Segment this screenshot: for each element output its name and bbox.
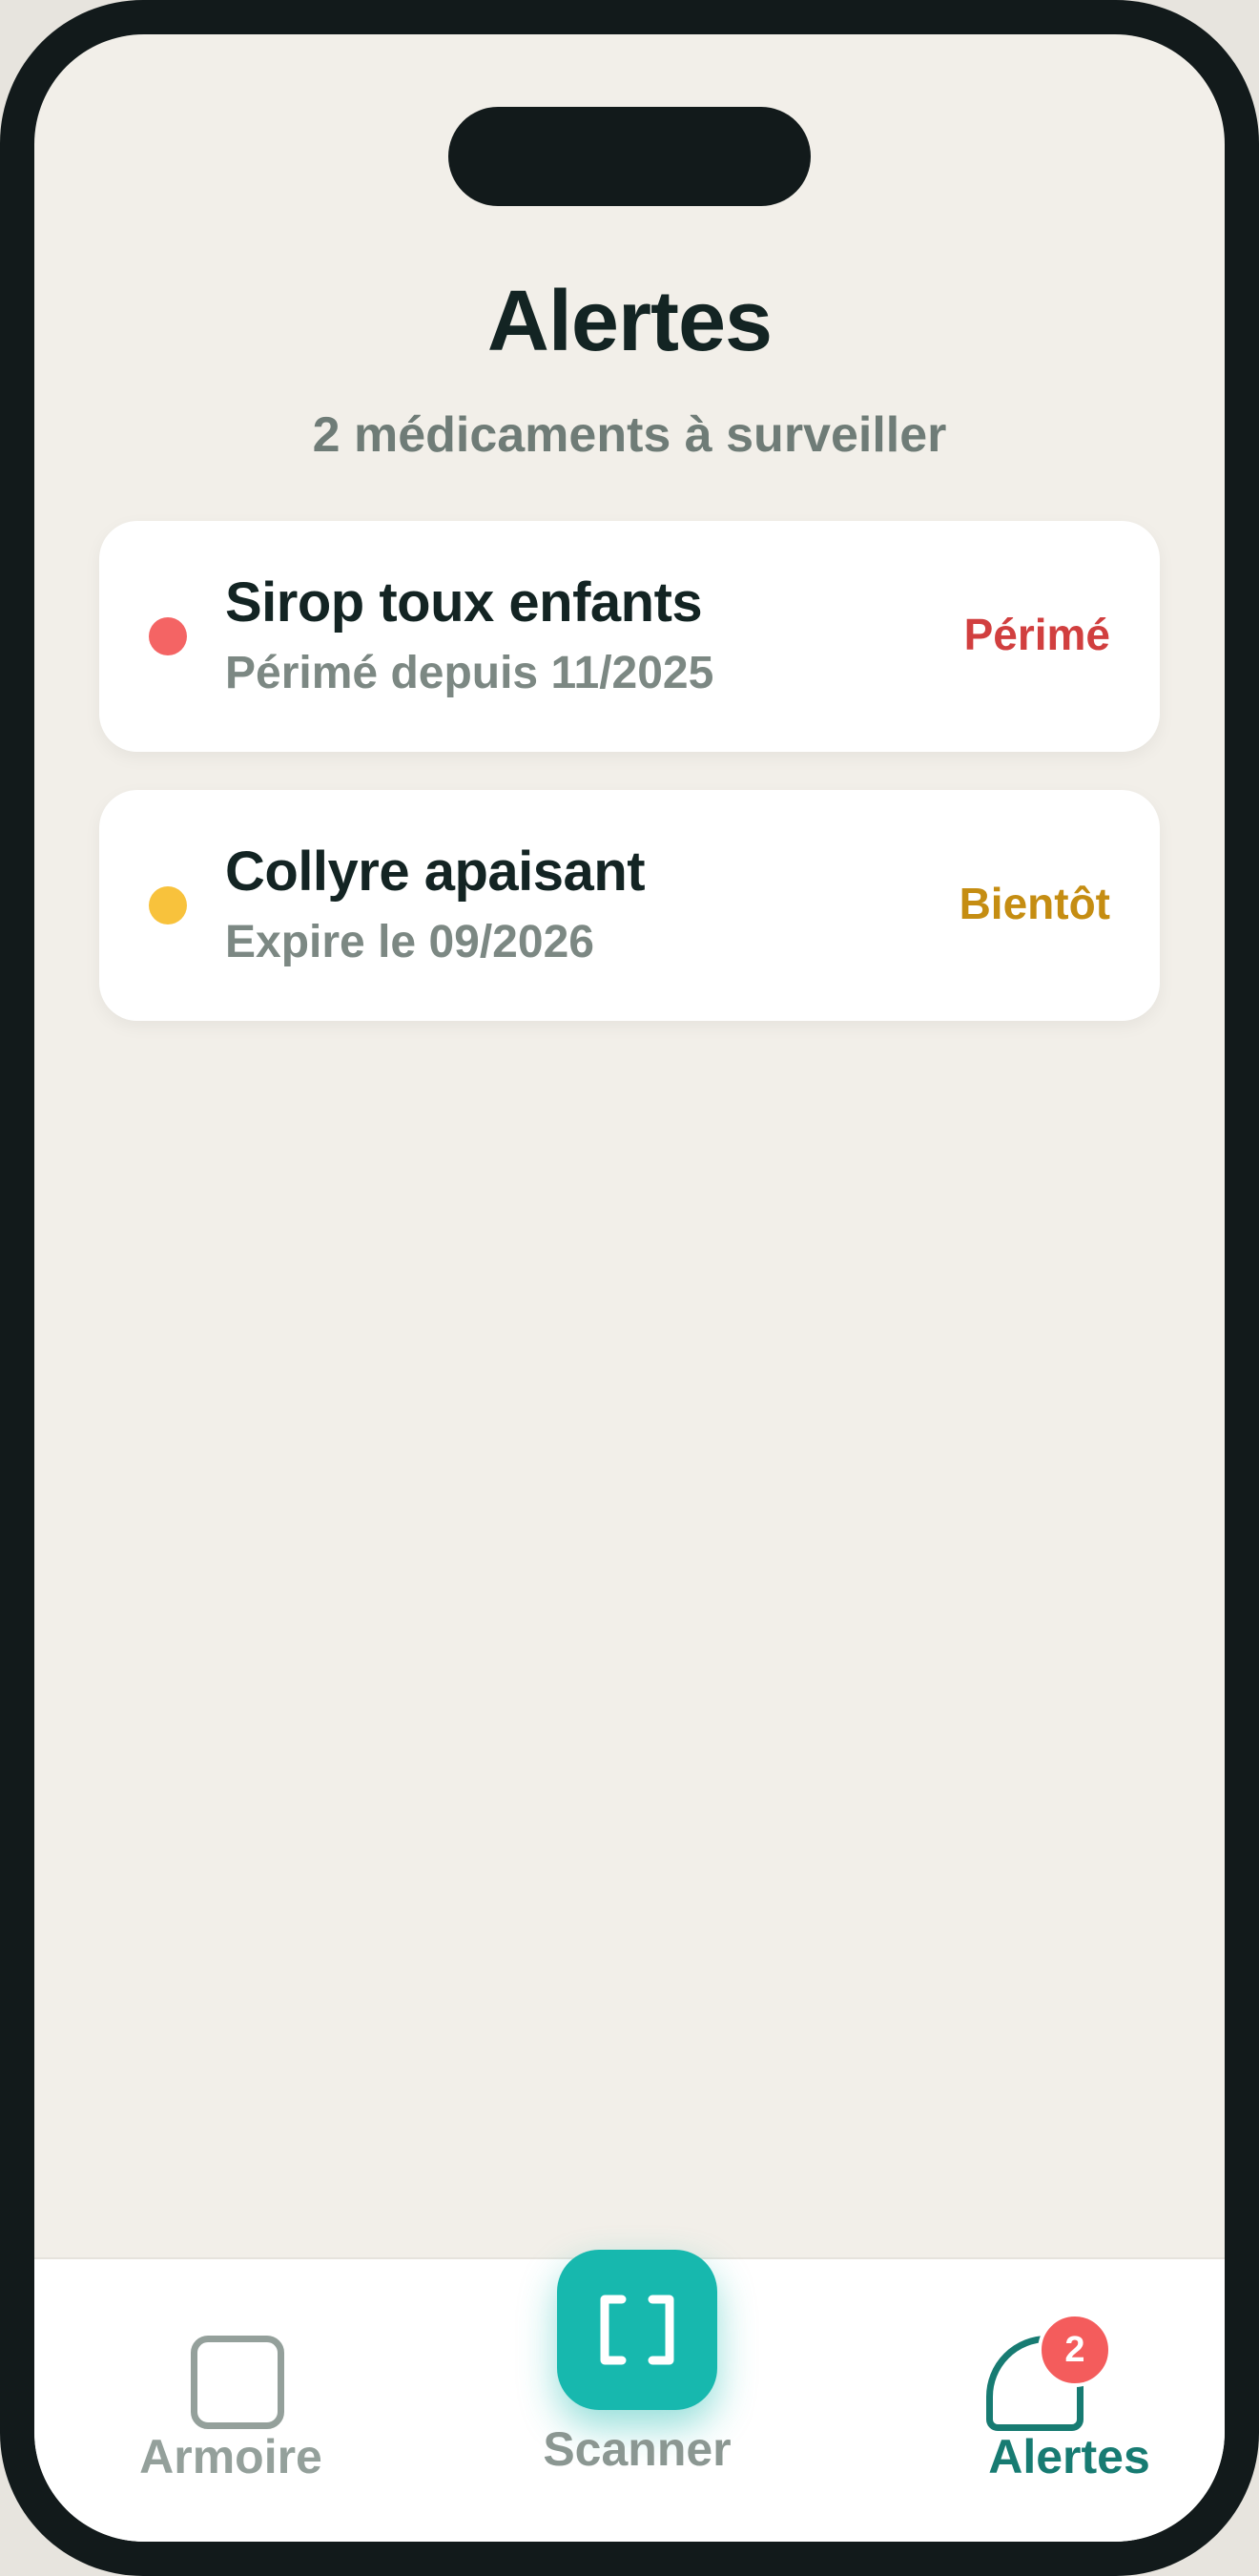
status-dot-icon	[149, 617, 187, 655]
scan-icon	[600, 2295, 674, 2365]
medication-name: Sirop toux enfants	[225, 571, 703, 634]
tab-scanner[interactable]: Scanner	[511, 2421, 763, 2477]
alert-card[interactable]: Collyre apaisant Expire le 09/2026 Bient…	[99, 790, 1160, 1021]
tab-alertes[interactable]: Alertes	[931, 2429, 1207, 2484]
dynamic-island	[448, 107, 811, 206]
page-subtitle: 2 médicaments à surveiller	[312, 407, 947, 463]
scanner-button[interactable]	[557, 2250, 717, 2410]
phone-frame: Alertes 2 médicaments à surveiller Sirop…	[0, 0, 1259, 2576]
status-badge: Bientôt	[959, 879, 1110, 928]
page-title: Alertes	[486, 274, 773, 369]
cabinet-icon[interactable]	[191, 2336, 284, 2429]
tab-armoire[interactable]: Armoire	[92, 2429, 370, 2484]
alert-card[interactable]: Sirop toux enfants Périmé depuis 11/2025…	[99, 521, 1160, 752]
status-badge: Périmé	[963, 610, 1110, 659]
app-screen: Alertes 2 médicaments à surveiller Sirop…	[34, 34, 1225, 2542]
expiry-detail: Périmé depuis 11/2025	[225, 648, 714, 698]
medication-name: Collyre apaisant	[225, 841, 646, 903]
alert-count-badge: 2	[1038, 2313, 1112, 2387]
expiry-detail: Expire le 09/2026	[225, 917, 594, 967]
status-dot-icon	[149, 886, 187, 924]
